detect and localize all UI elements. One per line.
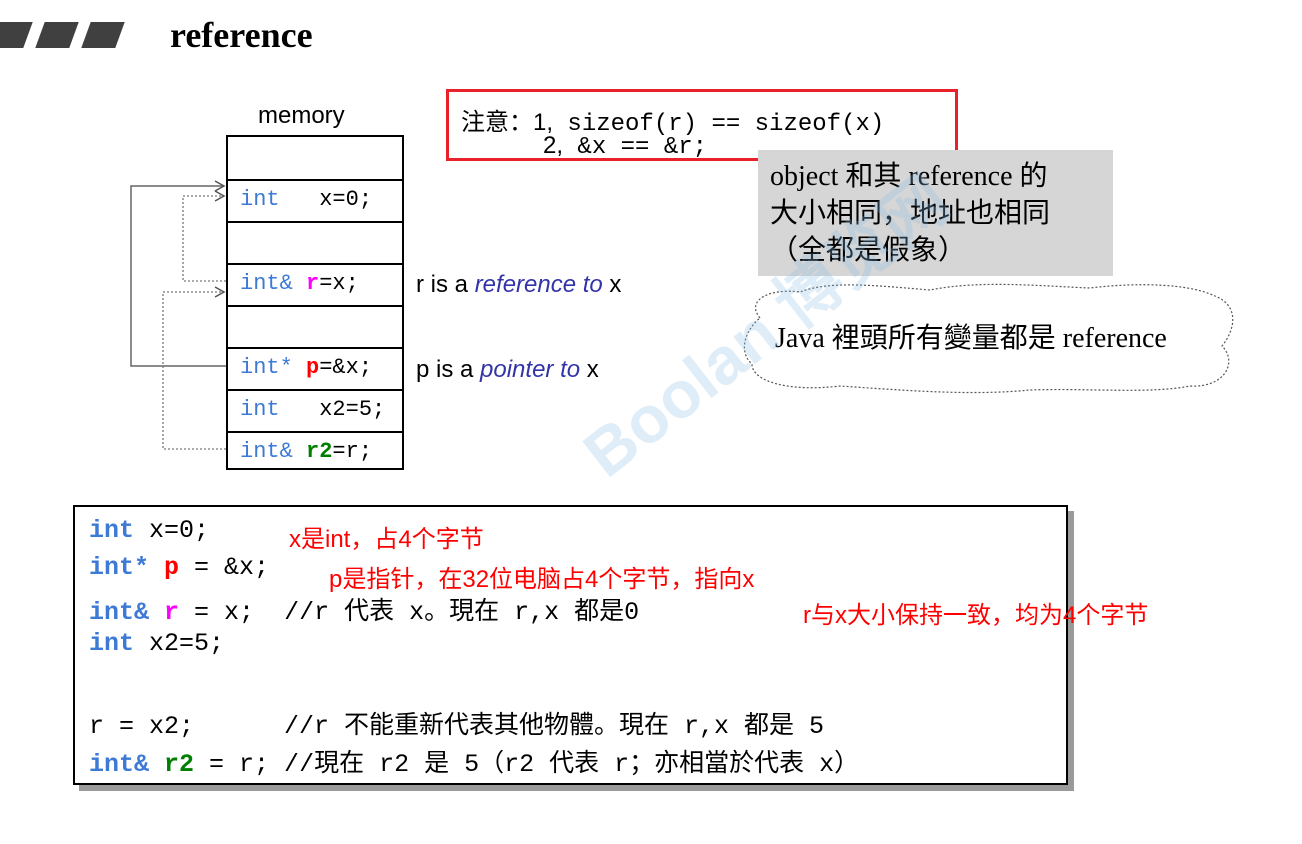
reference-arrow-r xyxy=(182,190,226,282)
memory-cell-empty xyxy=(228,221,402,223)
code-line-2: int* p = &x; xyxy=(89,553,270,582)
note-item-2: 2, &x == &r; xyxy=(543,132,708,161)
code-line-4: int x2=5; xyxy=(89,629,225,658)
memory-cell-p: int* p=&x; xyxy=(228,347,402,387)
code-box: int x=0; int* p = &x; int& r = x; //r 代表… xyxy=(73,505,1148,785)
annotation-r: r与x大小保持一致，均为4个字节 xyxy=(803,602,1149,629)
memory-cell-x2: int x2=5; xyxy=(228,389,402,429)
annotation-x: x是int，占4个字节 xyxy=(289,526,484,553)
code-line-3: int& r = x; //r 代表 x。現在 r,x 都是0 xyxy=(89,598,640,627)
reference-label: r is a reference to x xyxy=(416,271,622,298)
annotation-p: p是指针，在32位电脑占4个字节，指向x xyxy=(329,566,755,593)
code-line-6: int& r2 = r; //現在 r2 是 5（r2 代表 r；亦相當於代表 … xyxy=(89,750,860,779)
code-line-5: r = x2; //r 不能重新代表其他物體。現在 r,x 都是 5 xyxy=(89,712,825,741)
memory-cell-x: int x=0; xyxy=(228,179,402,219)
code-line-1: int x=0; xyxy=(89,516,210,545)
memory-cell-r: int& r=x; xyxy=(228,263,402,303)
memory-cell-empty xyxy=(228,305,402,307)
memory-label: memory xyxy=(258,102,345,129)
reference-arrow-r2 xyxy=(162,286,226,450)
memory-table: int x=0; int& r=x; int* p=&x; int x2=5; … xyxy=(226,135,404,470)
pointer-label: p is a pointer to x xyxy=(416,356,599,383)
pointer-arrow xyxy=(130,180,226,367)
memory-cell-r2: int& r2=r; xyxy=(228,431,402,471)
